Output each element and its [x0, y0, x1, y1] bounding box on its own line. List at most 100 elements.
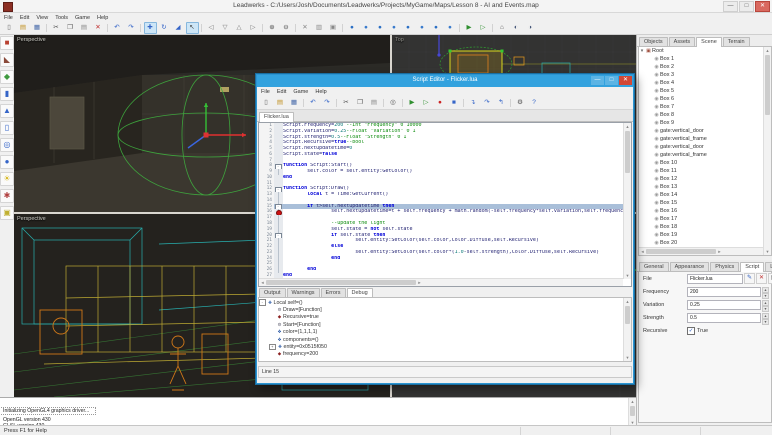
- scene-tree-item[interactable]: ◉ Box 10: [639, 159, 771, 167]
- menu-tools[interactable]: Tools: [55, 15, 68, 21]
- spin-down-icon[interactable]: ▼: [762, 319, 769, 325]
- nudge-down-icon[interactable]: ▽: [219, 22, 232, 34]
- edit-script-icon[interactable]: ✎: [744, 273, 755, 284]
- tab-objects[interactable]: Objects: [639, 37, 668, 46]
- wedge-primitive-icon[interactable]: ◣: [0, 53, 14, 67]
- nudge-up-icon[interactable]: △: [233, 22, 246, 34]
- debug-item[interactable]: ⚙ Start=[Function]: [259, 321, 631, 328]
- step-out-icon[interactable]: ↰: [495, 97, 508, 109]
- zoom-out-icon[interactable]: ⊖: [280, 22, 293, 34]
- scroll-up-icon[interactable]: ▲: [624, 123, 631, 130]
- redo-icon[interactable]: ↷: [321, 97, 334, 109]
- tab-errors[interactable]: Errors: [320, 288, 346, 297]
- show-decals-icon[interactable]: ●: [430, 22, 443, 34]
- scene-tree-item[interactable]: ◉ Box 18: [639, 223, 771, 231]
- show-probes-icon[interactable]: ●: [416, 22, 429, 34]
- undo-icon[interactable]: ↶: [307, 97, 320, 109]
- show-emitters-icon[interactable]: ●: [388, 22, 401, 34]
- scene-tree-item[interactable]: ◉ Box 11: [639, 167, 771, 175]
- debug-watch-panel[interactable]: - ❖ Local self=() ⚙ Draw=[Function] ◆ Recursiv…: [258, 297, 632, 362]
- breakpoint-icon[interactable]: ●: [434, 97, 447, 109]
- tab-script[interactable]: Script: [740, 262, 765, 272]
- open-icon[interactable]: ▤: [274, 97, 287, 109]
- property-value-field[interactable]: 200: [687, 286, 761, 297]
- save-icon[interactable]: ▦: [288, 97, 301, 109]
- tab-flicker-lua[interactable]: Flicker.lua: [259, 112, 294, 122]
- new-file-icon[interactable]: ▯: [3, 22, 16, 34]
- tab-general[interactable]: General: [639, 262, 669, 271]
- menu-game[interactable]: Game: [75, 15, 90, 21]
- scene-tree-item[interactable]: ◉ Box 3: [639, 71, 771, 79]
- find-icon[interactable]: ◎: [387, 97, 400, 109]
- scene-tree-item[interactable]: ◉ Box 17: [639, 215, 771, 223]
- copy-icon[interactable]: ❐: [64, 22, 77, 34]
- scroll-left-icon[interactable]: ◄: [259, 280, 266, 285]
- scroll-down-icon[interactable]: ▼: [624, 272, 631, 279]
- main-titlebar[interactable]: Leadwerks - C:/Users/Josh/Documents/Lead…: [0, 0, 772, 13]
- scene-tree-item[interactable]: ◉ Box 16: [639, 207, 771, 215]
- run-icon[interactable]: ▶: [406, 97, 419, 109]
- scene-tree-hscrollbar[interactable]: ◄ ►: [639, 247, 763, 255]
- se-menu-file[interactable]: File: [261, 89, 270, 95]
- scroll-right-icon[interactable]: ►: [416, 280, 423, 285]
- group-icon[interactable]: ▣: [327, 22, 340, 34]
- scene-tree-item[interactable]: ◉ Box 19: [639, 231, 771, 239]
- run-debug-icon[interactable]: ▷: [477, 22, 490, 34]
- se-minimize-button[interactable]: —: [591, 76, 604, 85]
- help-icon[interactable]: ?: [528, 97, 541, 109]
- cut-icon[interactable]: ✂: [50, 22, 63, 34]
- value-spinner[interactable]: ▲ ▼: [762, 313, 769, 325]
- browse-file-icon[interactable]: ▦: [768, 273, 772, 284]
- tube-primitive-icon[interactable]: ▯: [0, 121, 14, 135]
- show-sounds-icon[interactable]: ●: [402, 22, 415, 34]
- scroll-up-icon[interactable]: ▲: [764, 47, 771, 54]
- debug-root[interactable]: - ❖ Local self=(): [259, 299, 631, 306]
- close-button[interactable]: ✕: [755, 1, 770, 12]
- step-into-icon[interactable]: ↴: [467, 97, 480, 109]
- scroll-up-icon[interactable]: ▲: [624, 298, 631, 305]
- maximize-button[interactable]: □: [739, 1, 754, 12]
- se-menu-game[interactable]: Game: [293, 89, 308, 95]
- scene-tree-item[interactable]: ◉ Box 9: [639, 119, 771, 127]
- se-menu-edit[interactable]: Edit: [277, 89, 286, 95]
- scene-tree-item[interactable]: ◉ gate:vertical_frame: [639, 135, 771, 143]
- scene-tree-item[interactable]: ◉ Box 7: [639, 103, 771, 111]
- property-value-field[interactable]: 0.5: [687, 312, 761, 323]
- scene-tree-item[interactable]: ◉ Box 5: [639, 87, 771, 95]
- script-editor-titlebar[interactable]: Script Editor - Flicker.lua — □ ✕: [257, 75, 633, 87]
- value-spinner[interactable]: ▲ ▼: [762, 287, 769, 299]
- scroll-right-icon[interactable]: ►: [716, 249, 723, 254]
- scene-tree-vscrollbar[interactable]: ▲ ▼: [763, 47, 771, 255]
- redo-icon[interactable]: ↷: [125, 22, 138, 34]
- cone-primitive-icon[interactable]: ▲: [0, 104, 14, 118]
- debug-item[interactable]: ◆ Recursive=true: [259, 314, 631, 321]
- zoom-in-icon[interactable]: ⊕: [266, 22, 279, 34]
- scene-tree-item[interactable]: ◉ Box 20: [639, 239, 771, 247]
- nudge-right-icon[interactable]: ▷: [247, 22, 260, 34]
- code-vscrollbar[interactable]: ▲ ▼: [623, 123, 631, 279]
- tab-assets[interactable]: Assets: [668, 37, 696, 46]
- scene-tree-item[interactable]: ◉ Box 6: [639, 95, 771, 103]
- scene-tree-item[interactable]: ◉ gate:vertical_door: [639, 143, 771, 151]
- home-icon[interactable]: ⌂: [496, 22, 509, 34]
- console-scrollbar[interactable]: ▲ ▼: [628, 398, 636, 426]
- scene-tree-root[interactable]: ▾ ▣ Root: [639, 47, 771, 55]
- show-nav-icon[interactable]: ●: [444, 22, 457, 34]
- tab-warnings[interactable]: Warnings: [286, 288, 320, 297]
- scene-tree[interactable]: ▾ ▣ Root ◉ Box 1 ◉ Box 2 ◉ Box 3 ◉ Box 4 ◉ Box 5 ◉ Box…: [638, 47, 772, 256]
- menu-help[interactable]: Help: [97, 15, 108, 21]
- stop-icon[interactable]: ■: [448, 97, 461, 109]
- rotate-tool-icon[interactable]: ↻: [158, 22, 171, 34]
- debug-item[interactable]: ◆ frequency=200: [259, 351, 631, 358]
- select-tool-icon[interactable]: ↖: [185, 22, 199, 34]
- tab-output[interactable]: Output: [259, 288, 286, 297]
- minimize-button[interactable]: —: [723, 1, 738, 12]
- nudge-left-icon[interactable]: ◁: [205, 22, 218, 34]
- debug-item[interactable]: ❖ components=(): [259, 336, 631, 343]
- debug-item[interactable]: + ❖ entity=0x0515f050: [259, 343, 631, 351]
- scene-tree-item[interactable]: ◉ Box 15: [639, 199, 771, 207]
- box-primitive-icon[interactable]: ■: [0, 36, 14, 50]
- scene-tree-item[interactable]: ◉ Box 8: [639, 111, 771, 119]
- decal-icon[interactable]: ▣: [0, 206, 14, 220]
- scroll-down-icon[interactable]: ▼: [764, 248, 771, 255]
